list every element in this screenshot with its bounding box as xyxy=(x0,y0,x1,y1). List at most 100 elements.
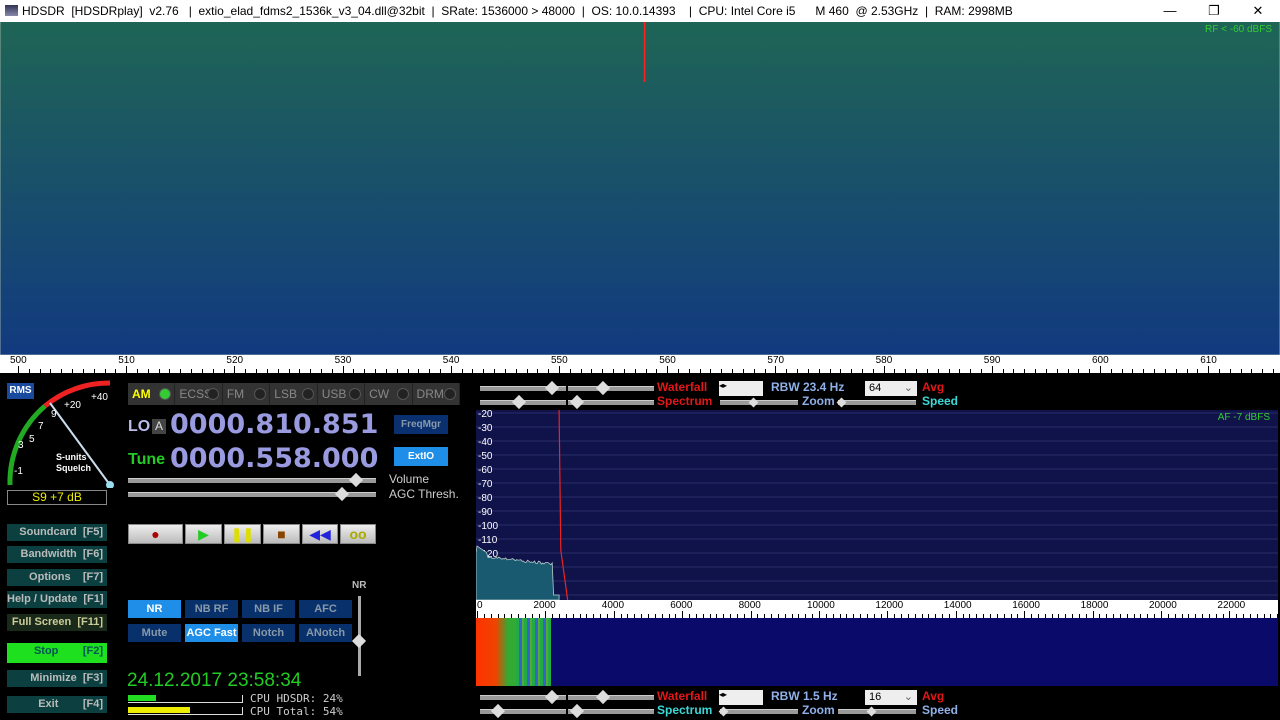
af-waterfall[interactable] xyxy=(476,618,1278,686)
freqmgr-button[interactable]: FreqMgr xyxy=(394,415,448,434)
loop-button[interactable]: oo xyxy=(340,524,376,544)
minimize-window-button[interactable]: — xyxy=(1148,0,1192,22)
slider-thumb[interactable] xyxy=(491,704,505,718)
af-spectrum-slider-0[interactable] xyxy=(480,709,566,714)
close-window-button[interactable]: ✕ xyxy=(1236,0,1280,22)
fkey-button-6[interactable]: Minimize [F3] xyxy=(7,670,107,687)
dsp-mute-button[interactable]: Mute xyxy=(128,624,181,642)
frequency-axis[interactable]: 500 510 520 530 540 550 560 570 580 590 600 610 xyxy=(0,355,1280,373)
dsp-notch-button[interactable]: Notch xyxy=(242,624,295,642)
tick-mark xyxy=(614,611,615,618)
slider-thumb[interactable] xyxy=(596,690,610,704)
rf-speed-slider[interactable] xyxy=(838,400,916,405)
volume-slider-thumb[interactable] xyxy=(349,473,363,487)
mode-ecss-button[interactable]: ECSS xyxy=(175,383,222,405)
af-speed-slider[interactable] xyxy=(838,709,916,714)
mode-drm-button[interactable]: DRM xyxy=(413,383,460,405)
slider-thumb[interactable] xyxy=(867,707,877,717)
slider-thumb[interactable] xyxy=(545,690,559,704)
agc-threshold-slider[interactable] xyxy=(128,492,376,497)
arrow-right-icon[interactable]: ▸ xyxy=(723,381,727,396)
af-spectrum-slider-1[interactable] xyxy=(568,709,654,714)
af-spectrum-display[interactable]: -20-30-40-50-60-70-80-90-100-110-120-130… xyxy=(476,410,1278,600)
fkey-button-3[interactable]: Help / Update [F1] xyxy=(7,591,107,608)
dropdown-value: 16 xyxy=(869,691,881,703)
nr-slider-thumb[interactable] xyxy=(352,634,366,648)
mode-indicator-led xyxy=(159,388,171,400)
dsp-nb-rf-button[interactable]: NB RF xyxy=(185,600,238,618)
mode-usb-button[interactable]: USB xyxy=(318,383,365,405)
tune-frequency[interactable]: 0000.558.000 xyxy=(170,443,378,474)
tick-mark xyxy=(494,369,495,373)
af-spectrum-label: Spectrum xyxy=(657,703,712,717)
extio-button[interactable]: ExtIO xyxy=(394,447,448,466)
arrow-right-icon[interactable]: ▸ xyxy=(723,690,727,705)
fkey-button-7[interactable]: Exit [F4] xyxy=(7,696,107,713)
slider-thumb[interactable] xyxy=(545,381,559,395)
rf-waterfall-slider-1[interactable] xyxy=(568,386,654,391)
af-waterfall-slider-0[interactable] xyxy=(480,695,566,700)
af-avg-dropdown[interactable]: 16 ⌄ xyxy=(865,690,917,705)
tick-mark xyxy=(743,369,744,373)
fkey-button-5[interactable]: Stop [F2] xyxy=(7,643,107,663)
af-waterfall-slider-1[interactable] xyxy=(568,695,654,700)
slider-thumb[interactable] xyxy=(749,398,759,408)
mode-fm-button[interactable]: FM xyxy=(223,383,270,405)
cpu-total-bar xyxy=(128,707,243,715)
agc-slider-thumb[interactable] xyxy=(335,487,349,501)
lo-bank-button[interactable]: A xyxy=(152,419,166,434)
mode-lsb-button[interactable]: LSB xyxy=(270,383,317,405)
slider-thumb[interactable] xyxy=(512,395,526,409)
af-filter-edge[interactable] xyxy=(559,410,568,600)
rewind-button[interactable]: ◀◀ xyxy=(302,524,338,544)
rf-avg-dropdown[interactable]: 64 ⌄ xyxy=(865,381,917,396)
tick-mark xyxy=(105,369,106,373)
rf-waterfall-slider-0[interactable] xyxy=(480,386,566,391)
slider-thumb[interactable] xyxy=(837,398,847,408)
fkey-button-1[interactable]: Bandwidth [F6] xyxy=(7,546,107,563)
spectrum-trace xyxy=(0,22,1280,355)
record-button[interactable]: ● xyxy=(128,524,183,544)
tick-mark xyxy=(754,369,755,373)
af-y-tick-label: -70 xyxy=(478,479,493,490)
fkey-button-2[interactable]: Options [F7] xyxy=(7,569,107,586)
fkey-button-4[interactable]: Full Screen [F11] xyxy=(7,614,107,631)
slider-thumb[interactable] xyxy=(596,381,610,395)
stop-record-button[interactable]: ■ xyxy=(263,524,300,544)
af-frequency-axis[interactable]: 0 2000 4000 6000 8000 10000 12000 14000 16000 180… xyxy=(476,600,1278,618)
af-zoom-slider[interactable] xyxy=(720,709,798,714)
rf-spectrum-slider-1[interactable] xyxy=(568,400,654,405)
dsp-anotch-button[interactable]: ANotch xyxy=(299,624,352,642)
mode-label: CW xyxy=(369,387,389,401)
nr-level-slider[interactable] xyxy=(358,596,361,676)
tick-mark xyxy=(234,366,235,373)
mode-am-button[interactable]: AM xyxy=(128,383,175,405)
slider-thumb[interactable] xyxy=(570,704,584,718)
tick-mark xyxy=(440,369,441,373)
play-button[interactable]: ▶ xyxy=(185,524,222,544)
rf-spectrum-slider-0[interactable] xyxy=(480,400,566,405)
restore-window-button[interactable]: ❐ xyxy=(1192,0,1236,22)
volume-slider[interactable] xyxy=(128,478,376,483)
rf-zoom-slider[interactable] xyxy=(720,400,798,405)
tick-mark xyxy=(1273,369,1274,373)
tick-mark xyxy=(981,369,982,373)
tick-mark xyxy=(646,369,647,373)
fkey-button-0[interactable]: Soundcard [F5] xyxy=(7,524,107,541)
af-x-tick-label: 20000 xyxy=(1149,600,1177,611)
dsp-agc-fast-button[interactable]: AGC Fast xyxy=(185,624,238,642)
tick-mark xyxy=(505,369,506,373)
tick-mark xyxy=(751,611,752,618)
mode-cw-button[interactable]: CW xyxy=(365,383,412,405)
rf-spectrum-display[interactable]: -51-54-57-60-63-66-69-72-75-78-81-84-87-… xyxy=(0,22,1280,355)
slider-thumb[interactable] xyxy=(719,707,729,717)
tick-mark xyxy=(732,369,733,373)
lo-frequency[interactable]: 0000.810.851 xyxy=(170,409,378,440)
slider-thumb[interactable] xyxy=(570,395,584,409)
tick-mark xyxy=(949,369,950,373)
dsp-afc-button[interactable]: AFC xyxy=(299,600,352,618)
dsp-nr-button[interactable]: NR xyxy=(128,600,181,618)
dsp-nb-if-button[interactable]: NB IF xyxy=(242,600,295,618)
pause-button[interactable]: ❚❚ xyxy=(224,524,261,544)
tick-mark xyxy=(1093,611,1094,618)
